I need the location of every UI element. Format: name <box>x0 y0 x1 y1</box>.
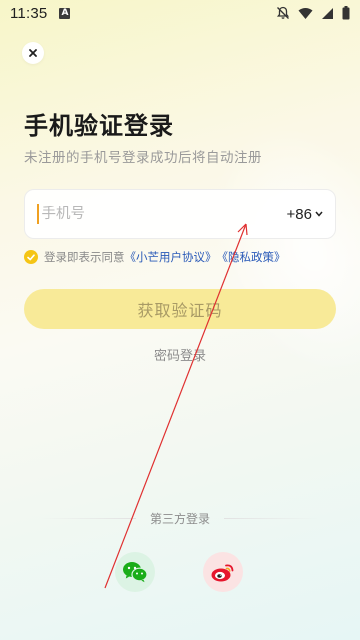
close-button[interactable] <box>22 42 44 64</box>
signal-icon <box>322 7 333 19</box>
status-bar: 11:35 A <box>0 0 360 26</box>
country-code-label: +86 <box>286 205 312 223</box>
wechat-icon <box>123 562 148 583</box>
page-subtitle: 未注册的手机号登录成功后将自动注册 <box>24 150 262 166</box>
divider-left <box>40 518 136 519</box>
text-cursor <box>37 204 39 224</box>
chevron-down-icon <box>315 211 323 217</box>
get-code-button[interactable]: 获取验证码 <box>24 289 336 329</box>
check-icon <box>27 253 35 260</box>
agreement-checkbox[interactable] <box>24 250 38 264</box>
password-login-link[interactable]: 密码登录 <box>0 345 360 364</box>
weibo-login-button[interactable] <box>203 552 243 592</box>
agreement-text: 登录即表示同意 <box>44 250 125 264</box>
status-icons <box>276 6 350 20</box>
privacy-policy-link[interactable]: 《隐私政策》 <box>217 249 286 265</box>
weibo-icon <box>211 564 234 582</box>
notification-icon: A <box>59 7 71 19</box>
battery-icon <box>342 6 350 20</box>
close-icon <box>29 49 37 57</box>
third-party-divider: 第三方登录 <box>40 510 321 527</box>
bell-off-icon <box>276 6 290 19</box>
divider-right <box>224 518 321 519</box>
country-code-selector[interactable]: +86 <box>287 206 323 223</box>
wifi-icon <box>298 7 313 19</box>
agreement-row: 登录即表示同意 《小芒用户协议》 《隐私政策》 <box>24 249 286 265</box>
page-title: 手机验证登录 <box>24 112 174 140</box>
third-party-title: 第三方登录 <box>150 512 211 526</box>
wechat-login-button[interactable] <box>115 552 155 592</box>
phone-field[interactable]: +86 <box>24 189 336 239</box>
phone-input[interactable] <box>41 206 287 222</box>
status-time: 11:35 <box>10 4 48 22</box>
user-agreement-link[interactable]: 《小芒用户协议》 <box>125 249 217 265</box>
